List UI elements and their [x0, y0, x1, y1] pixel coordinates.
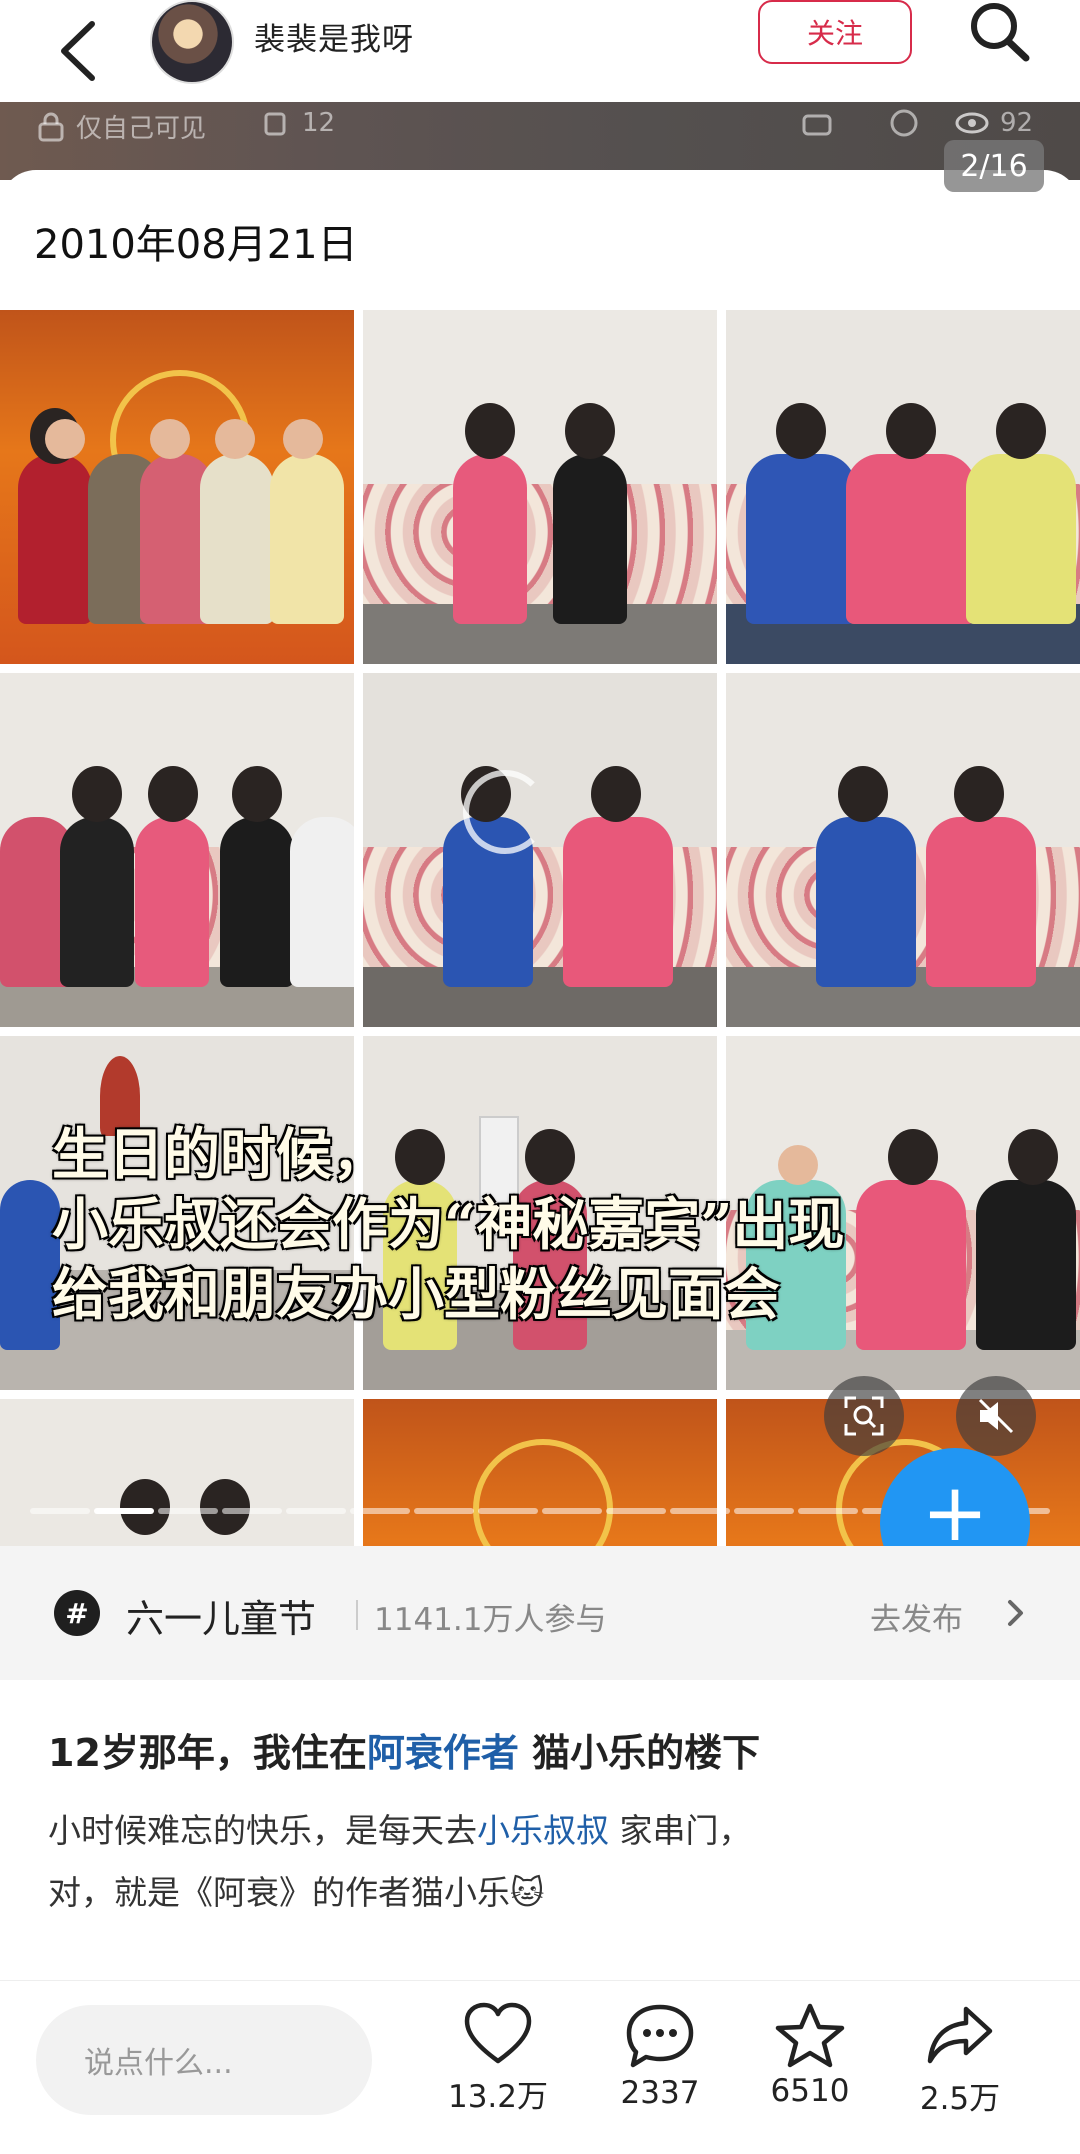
photo-tile[interactable]: [726, 673, 1080, 1027]
topic-participants: 1141.1万人参与: [374, 1602, 607, 1638]
copy-icon: [264, 112, 286, 136]
caption-line: 小乐叔还会作为“神秘嘉宾”出现: [52, 1192, 845, 1258]
eye-icon: [955, 112, 989, 134]
photo-card[interactable]: 2010年08月21日 生日的时候， 小乐叔还会作为“神秘嘉宾”出现 给我和朋友…: [0, 170, 1080, 1546]
scan-button[interactable]: [824, 1376, 904, 1456]
chat-icon: [890, 109, 918, 137]
post-body-text: 对，就是《阿衰》的作者猫小乐🐱: [48, 1873, 545, 1912]
photo-tile[interactable]: [363, 673, 717, 1027]
post-title-text: 猫小乐的楼下: [532, 1731, 761, 1775]
share-count: 2.5万: [919, 2081, 1001, 2117]
heart-icon: [464, 2002, 532, 2064]
topic-divider: [356, 1600, 358, 1630]
like-count: 13.2万: [447, 2079, 549, 2115]
share-button[interactable]: 2.5万: [890, 2001, 1030, 2118]
loading-spinner: [463, 770, 547, 854]
photo-tile[interactable]: [363, 310, 717, 664]
follow-button[interactable]: 关注: [758, 0, 912, 64]
username[interactable]: 裴裴是我呀: [254, 14, 414, 59]
search-icon[interactable]: [964, 0, 1034, 64]
topic-publish-link[interactable]: 去发布: [870, 1594, 963, 1639]
mute-button[interactable]: [956, 1376, 1036, 1456]
post-title: 12岁那年，我住在阿衰作者 猫小乐的楼下: [48, 1722, 760, 1777]
views-value: 92: [1000, 108, 1034, 138]
comment-input[interactable]: 说点什么...: [36, 2005, 372, 2115]
caption-line: 给我和朋友办小型粉丝见面会: [52, 1262, 780, 1328]
scan-icon: [844, 1396, 884, 1436]
views-count: 92: [954, 108, 1033, 138]
favorite-button[interactable]: 6510: [740, 2001, 880, 2109]
strip-actions: [800, 108, 922, 138]
post-title-text: 12岁那年，我住在: [48, 1731, 367, 1775]
chat-bubble-icon: [626, 2004, 694, 2068]
top-bar: 裴裴是我呀 关注: [0, 0, 1080, 102]
photo-grid: [0, 310, 1080, 1546]
thumb-icon: [802, 114, 832, 136]
privacy-indicator: 仅自己可见: [36, 108, 206, 145]
like-button[interactable]: 13.2万: [428, 2001, 568, 2116]
post-body: 小时候难忘的快乐，是每天去小乐叔叔 家串门， 对，就是《阿衰》的作者猫小乐🐱: [48, 1800, 752, 1924]
header-strip: 仅自己可见 12 92: [0, 102, 1080, 180]
topic-row[interactable]: # 六一儿童节 1141.1万人参与 去发布: [0, 1546, 1080, 1680]
photo-tile[interactable]: [0, 1399, 354, 1546]
photo-tile[interactable]: [726, 310, 1080, 664]
lock-icon: [38, 112, 64, 141]
share-icon: [927, 2006, 993, 2064]
privacy-label: 仅自己可见: [76, 114, 207, 144]
mute-icon: [978, 1398, 1014, 1434]
copies-value: 12: [302, 108, 336, 138]
comment-button[interactable]: 2337: [590, 2001, 730, 2111]
avatar[interactable]: [150, 0, 234, 84]
image-counter: 2/16: [944, 140, 1044, 192]
post-body-text: 家串门，: [619, 1811, 752, 1850]
copies-count: 12: [262, 108, 335, 138]
favorite-count: 6510: [770, 2073, 850, 2109]
photo-tile[interactable]: [0, 673, 354, 1027]
caption-overlay: 生日的时候， 小乐叔还会作为“神秘嘉宾”出现 给我和朋友办小型粉丝见面会: [52, 1120, 844, 1330]
back-icon[interactable]: [52, 18, 112, 84]
chevron-right-icon[interactable]: [1000, 1596, 1030, 1630]
topic-name[interactable]: 六一儿童节: [126, 1588, 316, 1643]
caption-line: 生日的时候，: [52, 1122, 388, 1188]
bottom-action-bar: 说点什么... 13.2万 2337 6510 2.5万: [0, 1980, 1080, 2154]
uncle-tag-link[interactable]: 小乐叔叔: [477, 1811, 609, 1850]
author-tag-link[interactable]: 阿衰作者: [367, 1731, 519, 1775]
photo-date: 2010年08月21日: [34, 222, 358, 268]
hashtag-icon: #: [54, 1590, 100, 1636]
photo-tile[interactable]: [363, 1399, 717, 1546]
comment-count: 2337: [620, 2075, 700, 2111]
photo-tile[interactable]: [0, 310, 354, 664]
post-body-text: 小时候难忘的快乐，是每天去: [48, 1811, 477, 1850]
star-icon: [775, 2003, 845, 2068]
